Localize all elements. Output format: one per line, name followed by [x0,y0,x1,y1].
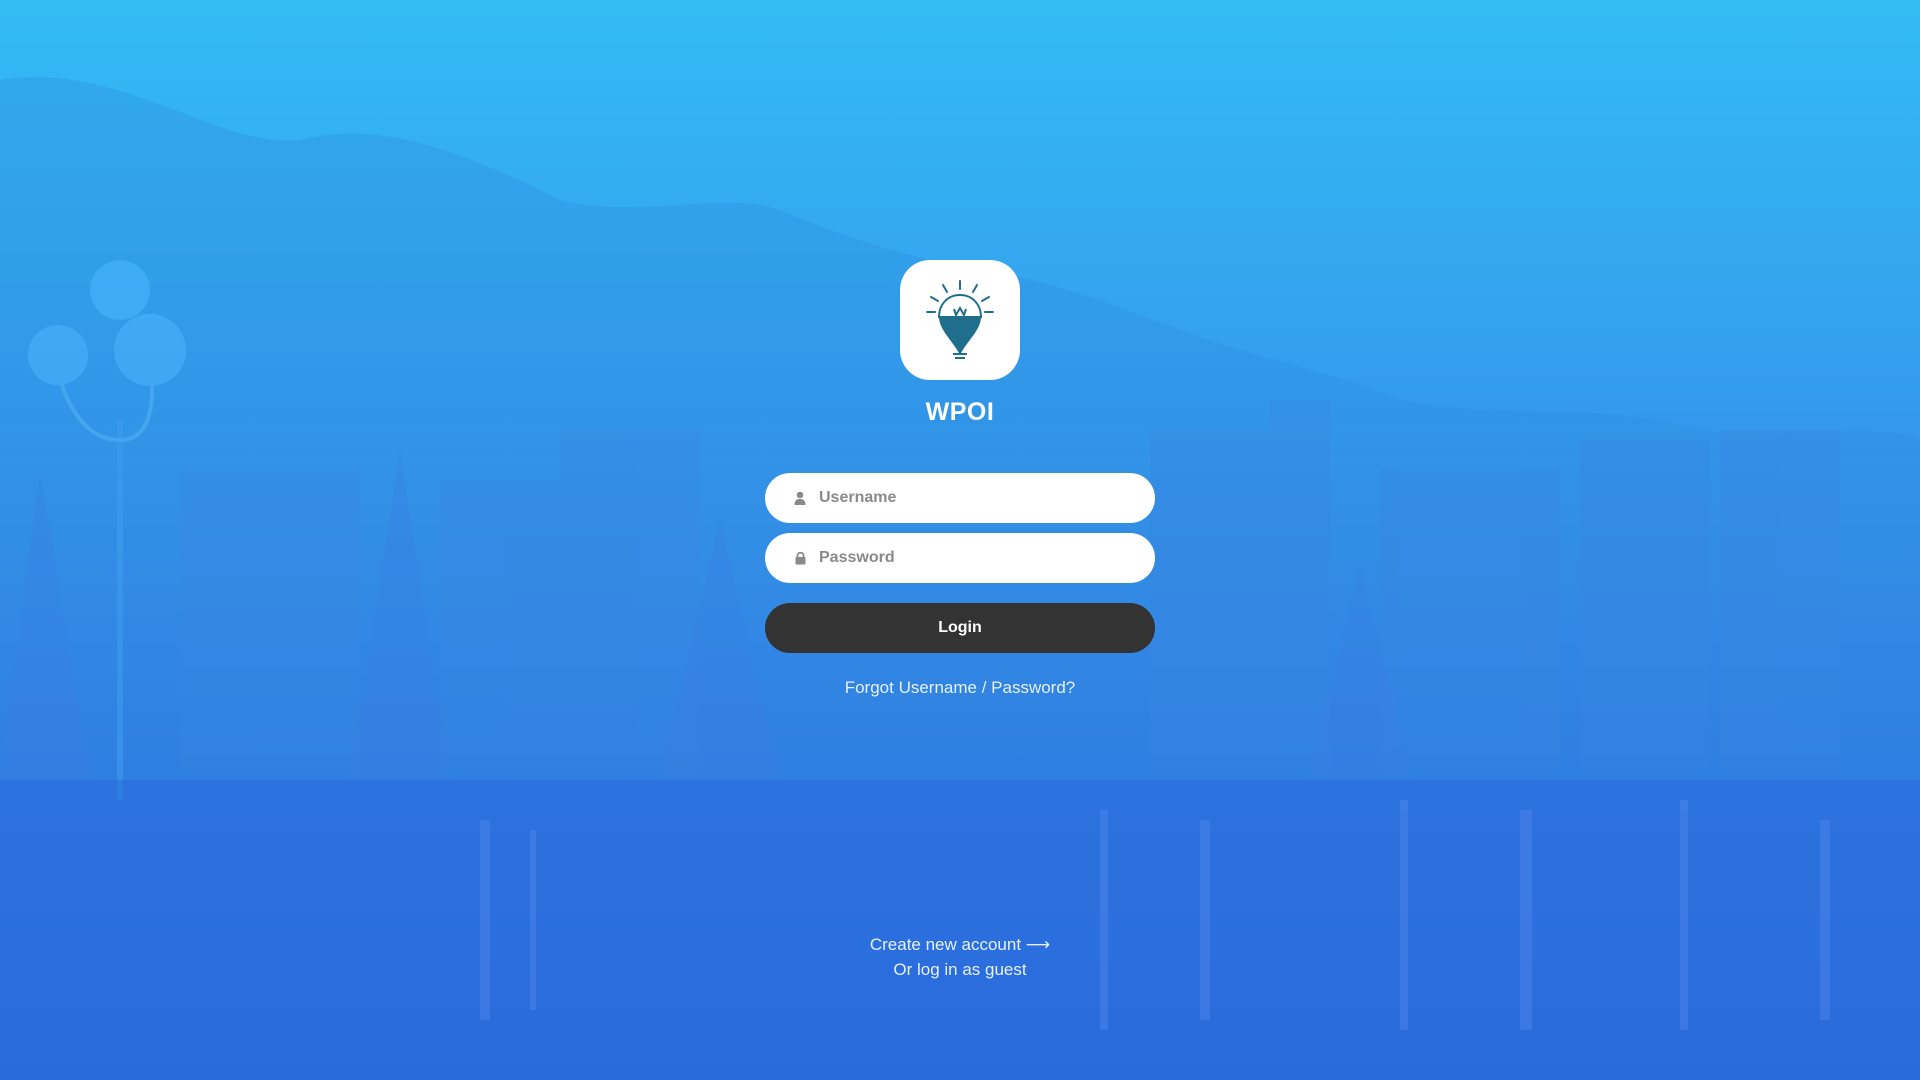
lock-icon [793,550,807,566]
app-name: WPOI [925,398,995,426]
forgot-credentials-link[interactable]: Forgot Username / Password? [760,678,1160,698]
password-field[interactable] [765,533,1155,583]
create-account-link[interactable]: Create new account ⟶ [760,932,1160,957]
username-input[interactable] [819,489,1119,507]
password-input[interactable] [819,549,1119,567]
footer-links: Create new account ⟶ Or log in as guest [760,932,1160,982]
lightbulb-location-pin-icon [926,280,994,359]
app-logo [900,260,1020,380]
login-panel: WPOI Login Forgot Username / Password? C… [0,0,1920,1080]
guest-login-link[interactable]: Or log in as guest [760,957,1160,982]
login-button[interactable]: Login [765,603,1155,653]
username-field[interactable] [765,473,1155,523]
user-icon [793,490,807,506]
